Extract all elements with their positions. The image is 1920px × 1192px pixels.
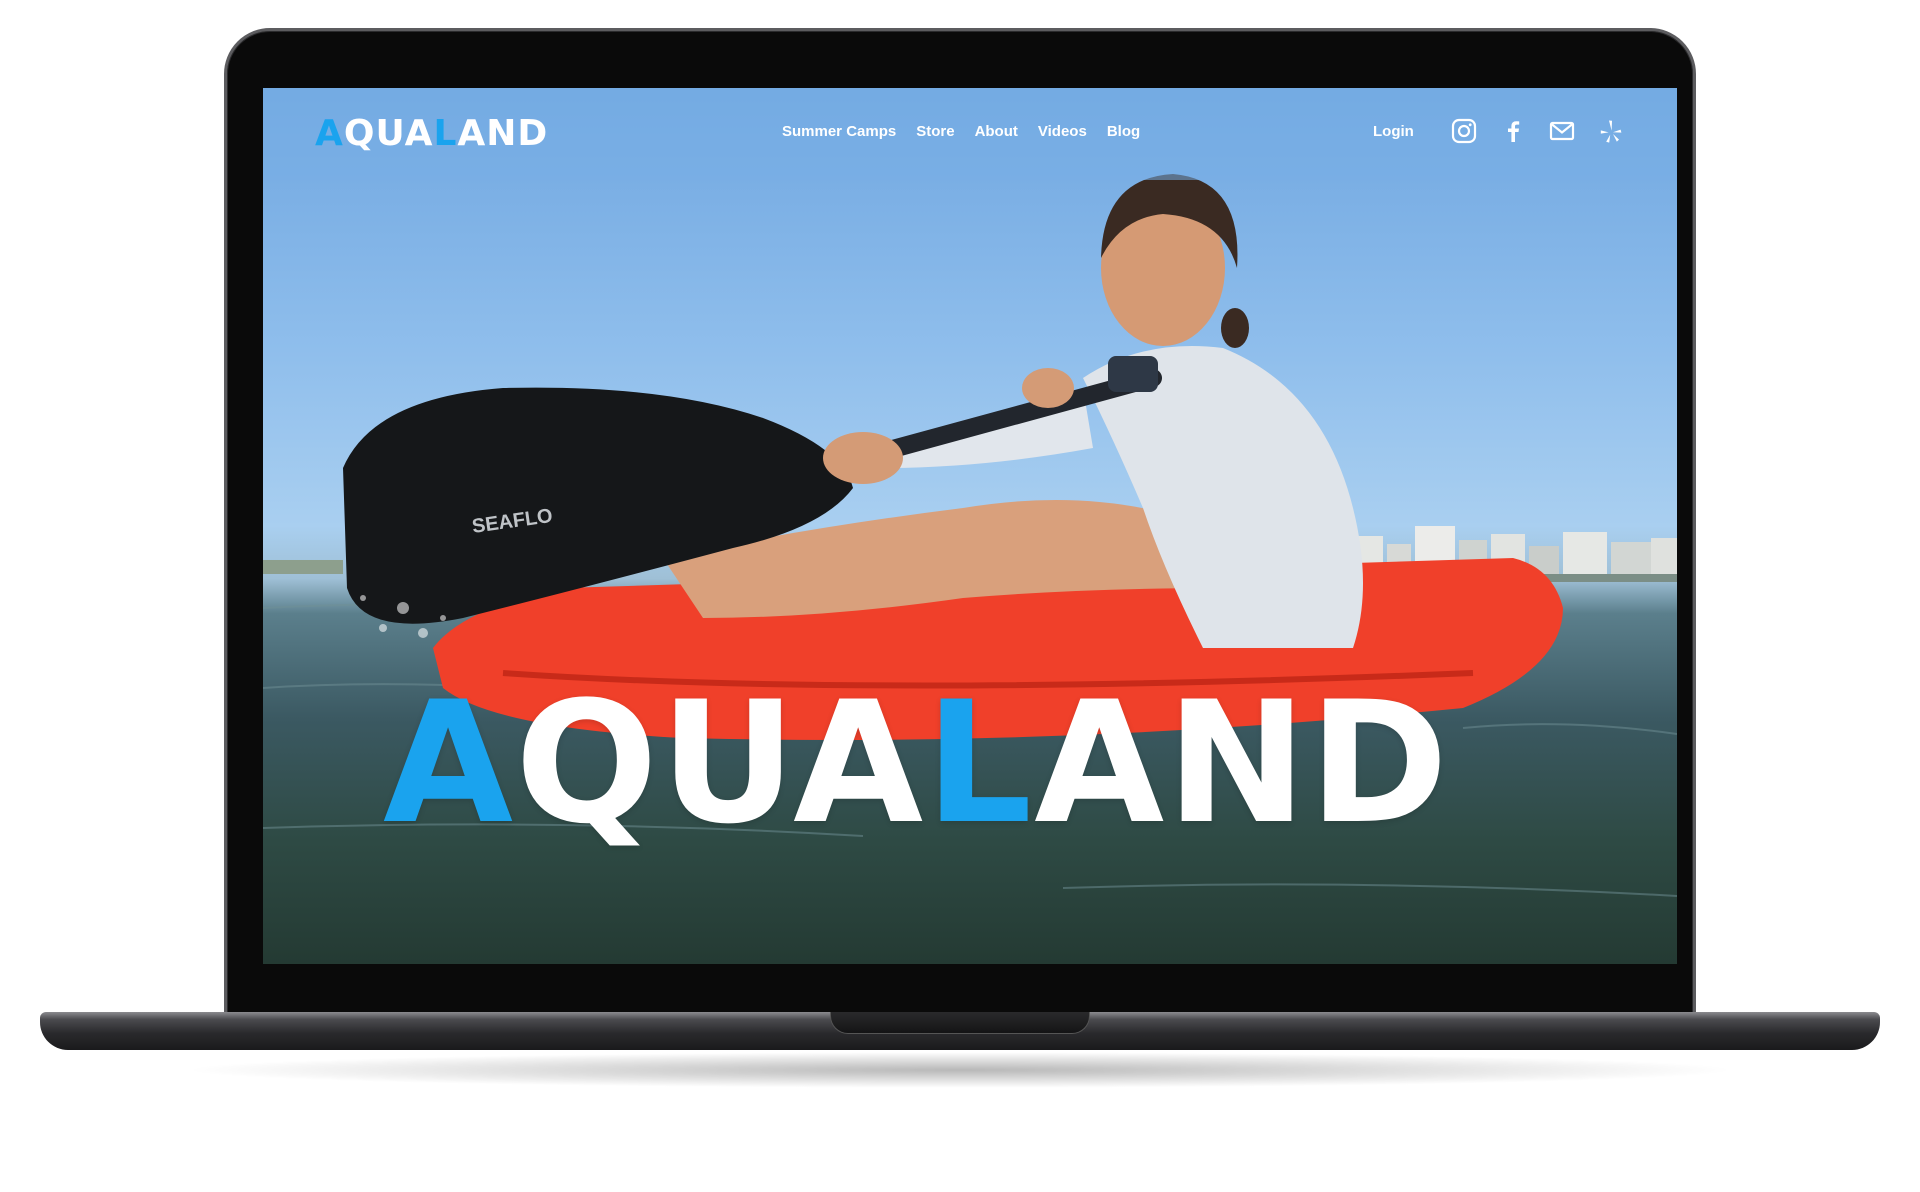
- logo-letters-4: AND: [457, 113, 549, 154]
- login-link[interactable]: Login: [1373, 122, 1414, 142]
- person-hand-right: [1022, 368, 1074, 408]
- site-header: AQUALAND Summer Camps Store About Videos…: [263, 88, 1677, 180]
- nav-item-videos[interactable]: Videos: [1038, 122, 1087, 142]
- facebook-icon[interactable]: [1500, 118, 1526, 144]
- hero-logo-letter-accent-2: L: [925, 665, 1035, 861]
- hero-logo: AQUALAND: [383, 678, 1563, 848]
- yelp-icon[interactable]: [1598, 118, 1624, 144]
- nav-item-summer-camps[interactable]: Summer Camps: [782, 122, 896, 142]
- nav-item-about[interactable]: About: [975, 122, 1018, 142]
- laptop-notch: [830, 1012, 1090, 1034]
- instagram-icon[interactable]: [1451, 118, 1477, 144]
- laptop-shadow: [180, 1052, 1740, 1088]
- nav-item-blog[interactable]: Blog: [1107, 122, 1140, 142]
- laptop-screen: SEAFLO AQUALAND Summer Camps Store About…: [263, 88, 1677, 964]
- logo-letter-accent-2: L: [433, 113, 458, 154]
- hero-logo-letters-2: QUA: [515, 665, 926, 861]
- paddle-grip: [1108, 356, 1158, 392]
- nav-item-store[interactable]: Store: [916, 122, 954, 142]
- person-ponytail: [1221, 308, 1249, 348]
- person-hand: [823, 432, 903, 484]
- shoreline-left: [263, 560, 343, 574]
- main-nav: Summer Camps Store About Videos Blog: [782, 122, 1140, 142]
- mail-icon[interactable]: [1549, 118, 1575, 144]
- laptop-mockup: SEAFLO AQUALAND Summer Camps Store About…: [0, 0, 1920, 1192]
- social-icons: [1451, 118, 1624, 144]
- logo-letters-2: QUA: [343, 113, 434, 154]
- logo-letter-accent-1: A: [315, 113, 344, 154]
- hero-logo-letters-4: AND: [1034, 665, 1451, 861]
- site-logo[interactable]: AQUALAND: [315, 114, 548, 154]
- hero-logo-letter-accent-1: A: [383, 665, 516, 861]
